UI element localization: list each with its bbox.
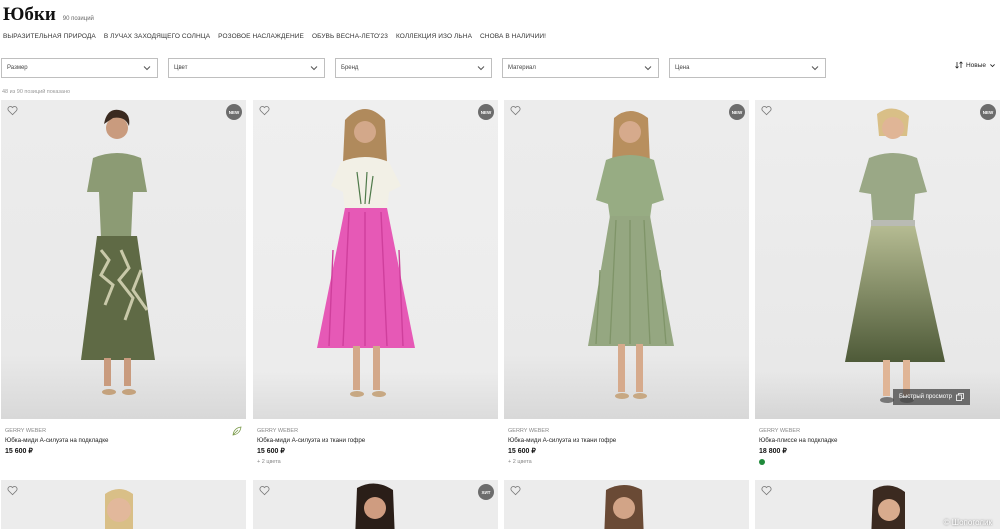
product-name[interactable]: Юбка-миди А-силуэта из ткани гофре [508,437,749,444]
collection-link[interactable]: В ЛУЧАХ ЗАХОДЯЩЕГО СОЛНЦА [104,33,210,40]
model-illustration [604,485,644,529]
eco-leaf-icon [232,426,242,436]
copy-icon [956,393,964,401]
product-brand: GERRY WEBER [508,428,550,434]
product-card[interactable]: NEW Быстрый просмотр GERRY WEBER Юбка-пл… [755,100,1000,465]
heart-icon[interactable] [761,485,772,496]
filter-label: Бренд [341,65,359,71]
product-price: 18 800 ₽ [759,448,787,455]
product-price: 15 600 ₽ [257,448,285,455]
page-header: Юбки 90 позиций [3,4,94,26]
product-photo[interactable]: NEW [253,100,498,419]
watermark: © Шопоголик [943,518,992,527]
product-photo[interactable]: NEW [504,100,749,419]
new-badge: NEW [729,104,745,120]
sort-label: Новые [965,61,986,69]
model-illustration [845,108,945,403]
filter-label: Материал [508,65,536,71]
filter-label: Цена [675,65,690,71]
sort-dropdown[interactable]: Новые [955,61,996,69]
shown-count: 48 из 90 позиций показано [2,89,71,95]
chevron-down-icon [811,66,819,71]
heart-icon[interactable] [7,485,18,496]
top-shape [859,153,927,222]
filter-label: Цвет [174,65,188,71]
filter-brand[interactable]: Бренд [335,58,492,78]
product-brand: GERRY WEBER [759,428,801,434]
filter-price[interactable]: Цена [669,58,826,78]
model-illustration [355,483,395,529]
chevron-down-icon [143,66,151,71]
filter-material[interactable]: Материал [502,58,659,78]
collection-link[interactable]: ВЫРАЗИТЕЛЬНАЯ ПРИРОДА [3,33,96,40]
chevron-down-icon [990,63,995,67]
hit-badge: ХИТ [478,484,494,500]
more-colors[interactable]: + 2 цвета [257,459,498,465]
product-brand: GERRY WEBER [257,428,299,434]
product-photo[interactable] [1,480,246,529]
skirt-shape [845,226,945,362]
chevron-down-icon [477,66,485,71]
more-colors[interactable]: + 2 цвета [508,459,749,465]
filter-bar: Размер Цвет Бренд Материал Цена [1,58,836,78]
product-card[interactable] [1,480,246,529]
filter-color[interactable]: Цвет [168,58,325,78]
model-illustration [588,111,674,399]
chevron-down-icon [644,66,652,71]
model-illustration [105,489,133,529]
product-photo[interactable]: ХИТ [253,480,498,529]
product-name[interactable]: Юбка-миди А-силуэта из ткани гофре [257,437,498,444]
skirt-shape [81,236,155,360]
collection-link[interactable]: СНОВА В НАЛИЧИИ! [480,33,546,40]
belt-shape [871,220,915,227]
sort-icon [955,61,963,69]
product-card[interactable]: ХИТ [253,480,498,529]
color-swatch[interactable] [759,459,765,465]
product-photo[interactable] [504,480,749,529]
heart-icon[interactable] [259,485,270,496]
new-badge: NEW [478,104,494,120]
product-card[interactable]: NEW GERRY WEBER Юбка-миди А-силуэта из т… [504,100,749,465]
product-name[interactable]: Юбка-плиссе на подкладке [759,437,1000,444]
heart-icon[interactable] [7,105,18,116]
heart-icon[interactable] [510,485,521,496]
product-price: 15 600 ₽ [5,448,33,455]
product-price: 15 600 ₽ [508,448,536,455]
product-photo[interactable]: NEW Быстрый просмотр [755,100,1000,419]
collection-link[interactable]: РОЗОВОЕ НАСЛАЖДЕНИЕ [218,33,304,40]
product-card[interactable] [504,480,749,529]
product-card[interactable]: NEW GERRY WEBER Юбка-миди А-силуэта из т… [253,100,498,465]
filter-size[interactable]: Размер [1,58,158,78]
item-count: 90 позиций [62,16,94,22]
new-badge: NEW [980,104,996,120]
product-name[interactable]: Юбка-миди А-силуэта на подкладке [5,437,246,444]
model-illustration [81,109,155,395]
heart-icon[interactable] [259,105,270,116]
collection-link[interactable]: КОЛЛЕКЦИЯ ИЗО ЛЬНА [396,33,472,40]
new-badge: NEW [226,104,242,120]
model-illustration [317,109,415,397]
top-shape [87,153,147,238]
product-brand: GERRY WEBER [5,428,47,434]
heart-icon[interactable] [510,105,521,116]
top-shape [596,155,664,218]
chevron-down-icon [310,66,318,71]
quick-view-label: Быстрый просмотр [898,394,952,400]
collection-links: ВЫРАЗИТЕЛЬНАЯ ПРИРОДА В ЛУЧАХ ЗАХОДЯЩЕГО… [3,33,546,40]
heart-icon[interactable] [761,105,772,116]
filter-label: Размер [7,65,28,71]
quick-view-button[interactable]: Быстрый просмотр [892,389,970,405]
product-card[interactable]: NEW GERRY WEBER Юбка-миди А-силуэта на п… [1,100,246,455]
product-photo[interactable]: NEW [1,100,246,419]
collection-link[interactable]: ОБУВЬ ВЕСНА-ЛЕТО'23 [312,33,388,40]
page-title: Юбки [3,4,56,25]
